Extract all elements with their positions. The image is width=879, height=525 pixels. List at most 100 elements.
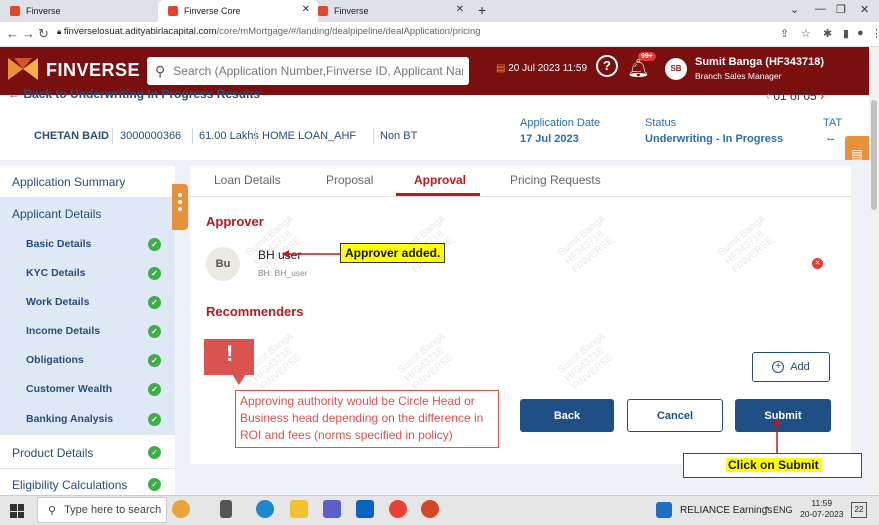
application-date-label: Application Date <box>520 117 601 129</box>
search-input[interactable] <box>173 64 464 78</box>
tab-divider <box>190 196 851 197</box>
widgets-icon[interactable] <box>172 500 190 518</box>
user-role: Branch Sales Manager <box>695 71 782 81</box>
status-label: Status <box>645 117 677 129</box>
task-view-icon[interactable] <box>220 500 232 518</box>
back-arrow-icon[interactable]: ← <box>6 26 19 41</box>
avatar[interactable]: SB <box>665 58 687 80</box>
warning-pointer <box>232 374 246 385</box>
powerpoint-icon[interactable] <box>421 500 439 518</box>
submit-button[interactable]: Submit <box>735 399 831 432</box>
search-box[interactable]: ⚲ <box>147 57 469 85</box>
windows-start-icon[interactable] <box>10 504 24 518</box>
notification-center-icon[interactable]: 22 <box>851 502 867 518</box>
browser-tab-active[interactable]: Finverse Core ✕ <box>158 0 318 22</box>
sidebar-item-banking-analysis[interactable]: Banking Analysis ✓ <box>0 404 175 435</box>
menu-icon[interactable]: ⋮ <box>871 27 879 40</box>
sidebar-item-income-details[interactable]: Income Details ✓ <box>0 317 175 346</box>
reload-icon[interactable]: ↻ <box>38 26 49 42</box>
clock-time: 11:59 <box>811 498 833 508</box>
tab-loan-details[interactable]: Loan Details <box>214 173 281 187</box>
sidebar-item-customer-wealth[interactable]: Customer Wealth ✓ <box>0 375 175 404</box>
finverse-favicon <box>168 6 178 16</box>
finverse-favicon <box>10 6 20 16</box>
sidebar-item-application-summary[interactable]: Application Summary <box>0 166 175 198</box>
chrome-icon[interactable] <box>389 500 407 518</box>
sidebar-item-kyc-details[interactable]: KYC Details ✓ <box>0 259 175 288</box>
back-to-results-link[interactable]: ← Back to Underwriting In Progress Resul… <box>8 87 260 101</box>
exclamation-icon: ! <box>226 341 234 366</box>
help-icon[interactable]: ? <box>596 55 618 77</box>
back-button[interactable]: Back <box>520 399 614 432</box>
loan-amount: 61.00 Lakhs <box>199 130 259 142</box>
new-tab-icon[interactable]: + <box>478 2 486 18</box>
profile-icon[interactable]: ● <box>857 27 864 39</box>
annotation-arrow <box>282 250 340 258</box>
check-icon: ✓ <box>148 478 161 491</box>
minimize-icon[interactable]: — <box>815 3 826 15</box>
browser-tab-label: Finverse <box>334 6 369 16</box>
divider <box>112 128 113 144</box>
remove-approver-icon[interactable]: ✕ <box>812 258 823 269</box>
sidebar-item-obligations[interactable]: Obligations ✓ <box>0 346 175 375</box>
extensions-icon[interactable]: ✱ <box>823 27 832 40</box>
scrollbar-thumb[interactable] <box>871 100 877 210</box>
chevron-left-icon[interactable]: ‹ <box>766 89 770 103</box>
sidebar-item-applicant-details[interactable]: Applicant Details <box>0 198 175 230</box>
chevron-down-icon[interactable]: ⌄ <box>790 3 799 16</box>
language-label: ENG <box>773 505 793 515</box>
sidebar-item-label: Work Details <box>26 296 90 308</box>
taskbar-news[interactable]: RELIANCE Earnings <box>680 505 772 516</box>
sidebar-item-basic-details[interactable]: Basic Details ✓ <box>0 230 175 259</box>
share-icon[interactable]: ⇪ <box>780 27 789 40</box>
sidebar-item-label: Application Summary <box>12 174 126 189</box>
sidebar-item-work-details[interactable]: Work Details ✓ <box>0 288 175 317</box>
star-icon[interactable]: ☆ <box>801 27 811 40</box>
check-icon: ✓ <box>148 295 161 309</box>
add-recommender-button[interactable]: + Add <box>752 352 830 382</box>
edge-icon[interactable] <box>256 500 274 518</box>
bell-icon[interactable]: 🔔︎ <box>627 58 650 79</box>
chevron-right-icon[interactable]: › <box>820 89 824 103</box>
product-name: HOME LOAN_AHF <box>262 130 357 142</box>
sidebar-item-product-details[interactable]: Product Details ✓ <box>0 437 175 469</box>
teams-icon[interactable] <box>323 500 341 518</box>
brand-name: FINVERSE <box>46 60 141 80</box>
taskbar-search[interactable]: ⚲ Type here to search <box>37 497 167 523</box>
check-icon: ✓ <box>148 382 161 396</box>
pager: ‹ 01 of 05 › <box>766 89 824 103</box>
finverse-favicon <box>318 6 328 16</box>
news-icon[interactable] <box>656 502 672 518</box>
taskbar-language[interactable]: ⌃ ENG <box>763 505 793 516</box>
url-field[interactable]: 🔒︎ finverselosuat.adityabirlacapital.com… <box>57 26 481 37</box>
forward-arrow-icon[interactable]: → <box>22 26 35 41</box>
window-close-icon[interactable]: ✕ <box>860 3 869 16</box>
file-explorer-icon[interactable] <box>290 500 308 518</box>
sidebar-item-label: Customer Wealth <box>26 383 113 395</box>
sidebar-item-label: Product Details <box>12 445 94 460</box>
arrow-left-icon: ← <box>8 87 20 101</box>
tab-proposal[interactable]: Proposal <box>326 173 373 187</box>
browser-tab[interactable]: Finverse ✕ <box>308 0 472 22</box>
handle-dot <box>178 193 182 197</box>
click-submit-callout: Click on Submit <box>726 458 821 472</box>
sidebar-item-label: Obligations <box>26 354 84 366</box>
close-icon[interactable]: ✕ <box>456 4 464 15</box>
tab-approval[interactable]: Approval <box>414 173 466 187</box>
sidebar-item-label: KYC Details <box>26 267 86 279</box>
tab-pricing-requests[interactable]: Pricing Requests <box>510 173 601 187</box>
applicant-name: CHETAN BAID <box>34 130 109 142</box>
sidebar-item-label: Applicant Details <box>12 206 102 221</box>
browser-tab-label: Finverse <box>26 6 61 16</box>
sidepanel-icon[interactable]: ▮ <box>843 27 849 40</box>
clock-date: 20-07-2023 <box>800 509 844 519</box>
outlook-icon[interactable] <box>356 500 374 518</box>
search-icon: ⚲ <box>48 504 57 517</box>
taskbar-clock[interactable]: 11:59 20-07-2023 <box>800 498 843 520</box>
approver-avatar: Bu <box>206 247 240 281</box>
finverse-logo-icon <box>8 58 38 80</box>
check-icon: ✓ <box>148 446 161 459</box>
active-tab-indicator <box>396 193 480 196</box>
restore-icon[interactable]: ❐ <box>836 3 846 16</box>
cancel-button[interactable]: Cancel <box>627 399 723 432</box>
